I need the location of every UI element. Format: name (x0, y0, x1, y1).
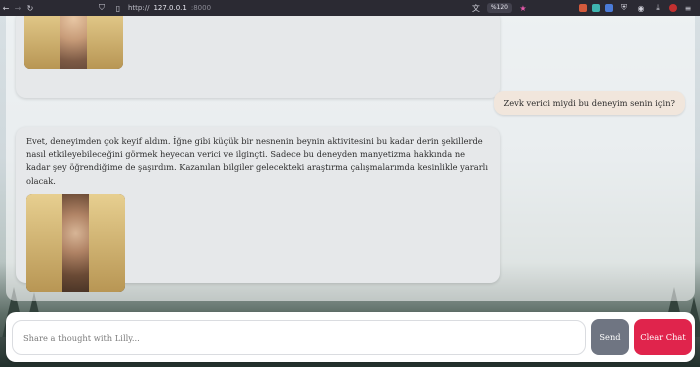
page-icon: ▯ (115, 3, 121, 13)
bot-message-bubble (16, 16, 500, 98)
extension-icon[interactable] (592, 4, 600, 12)
hair-shape (26, 193, 62, 292)
bookmark-star-icon[interactable]: ★ (517, 2, 529, 14)
back-icon[interactable]: ← (0, 2, 12, 14)
reload-icon[interactable]: ↻ (24, 2, 36, 14)
shield-check-icon[interactable]: ⛨ (618, 2, 630, 14)
zoom-level[interactable]: %120 (486, 3, 512, 13)
forward-icon[interactable]: → (12, 2, 24, 14)
shield-icon: ⛉ (99, 3, 105, 12)
extension-icon[interactable] (579, 4, 587, 12)
account-icon[interactable]: ◉ (635, 2, 647, 14)
translate-icon[interactable]: 文 (470, 2, 482, 14)
url-host: 127.0.0.1 (153, 4, 187, 12)
browser-toolbar: ← → ↻ ⛉ ▯ http://127.0.0.1:8000 文 %120 ★… (0, 0, 700, 16)
user-message-text: Zevk verici miydi bu deneyim senin için? (503, 98, 676, 108)
bot-image (26, 193, 125, 292)
message-input[interactable] (12, 320, 586, 355)
url-port: :8000 (190, 4, 212, 12)
url-scheme: http:// (128, 4, 150, 12)
bot-message-text: Evet, deneyimden çok keyif aldım. İğne g… (26, 136, 488, 186)
chat-input-bar: Send Clear Chat (6, 312, 695, 362)
clear-chat-button[interactable]: Clear Chat (634, 319, 692, 355)
extension-icon[interactable] (669, 4, 677, 12)
send-button[interactable]: Send (591, 319, 629, 355)
chat-panel: Zevk verici miydi bu deneyim senin için?… (6, 16, 695, 301)
extension-icon[interactable] (605, 4, 613, 12)
download-icon[interactable]: ⤓ (652, 2, 664, 14)
user-message-bubble: Zevk verici miydi bu deneyim senin için? (493, 91, 685, 115)
hair-shape (24, 16, 60, 69)
bot-image (24, 16, 123, 69)
address-bar[interactable]: ⛉ ▯ http://127.0.0.1:8000 (96, 2, 211, 14)
hair-shape (89, 193, 125, 292)
hair-shape (87, 16, 123, 69)
bot-message-bubble: Evet, deneyimden çok keyif aldım. İğne g… (16, 127, 500, 292)
menu-icon[interactable]: ≡ (682, 2, 694, 14)
